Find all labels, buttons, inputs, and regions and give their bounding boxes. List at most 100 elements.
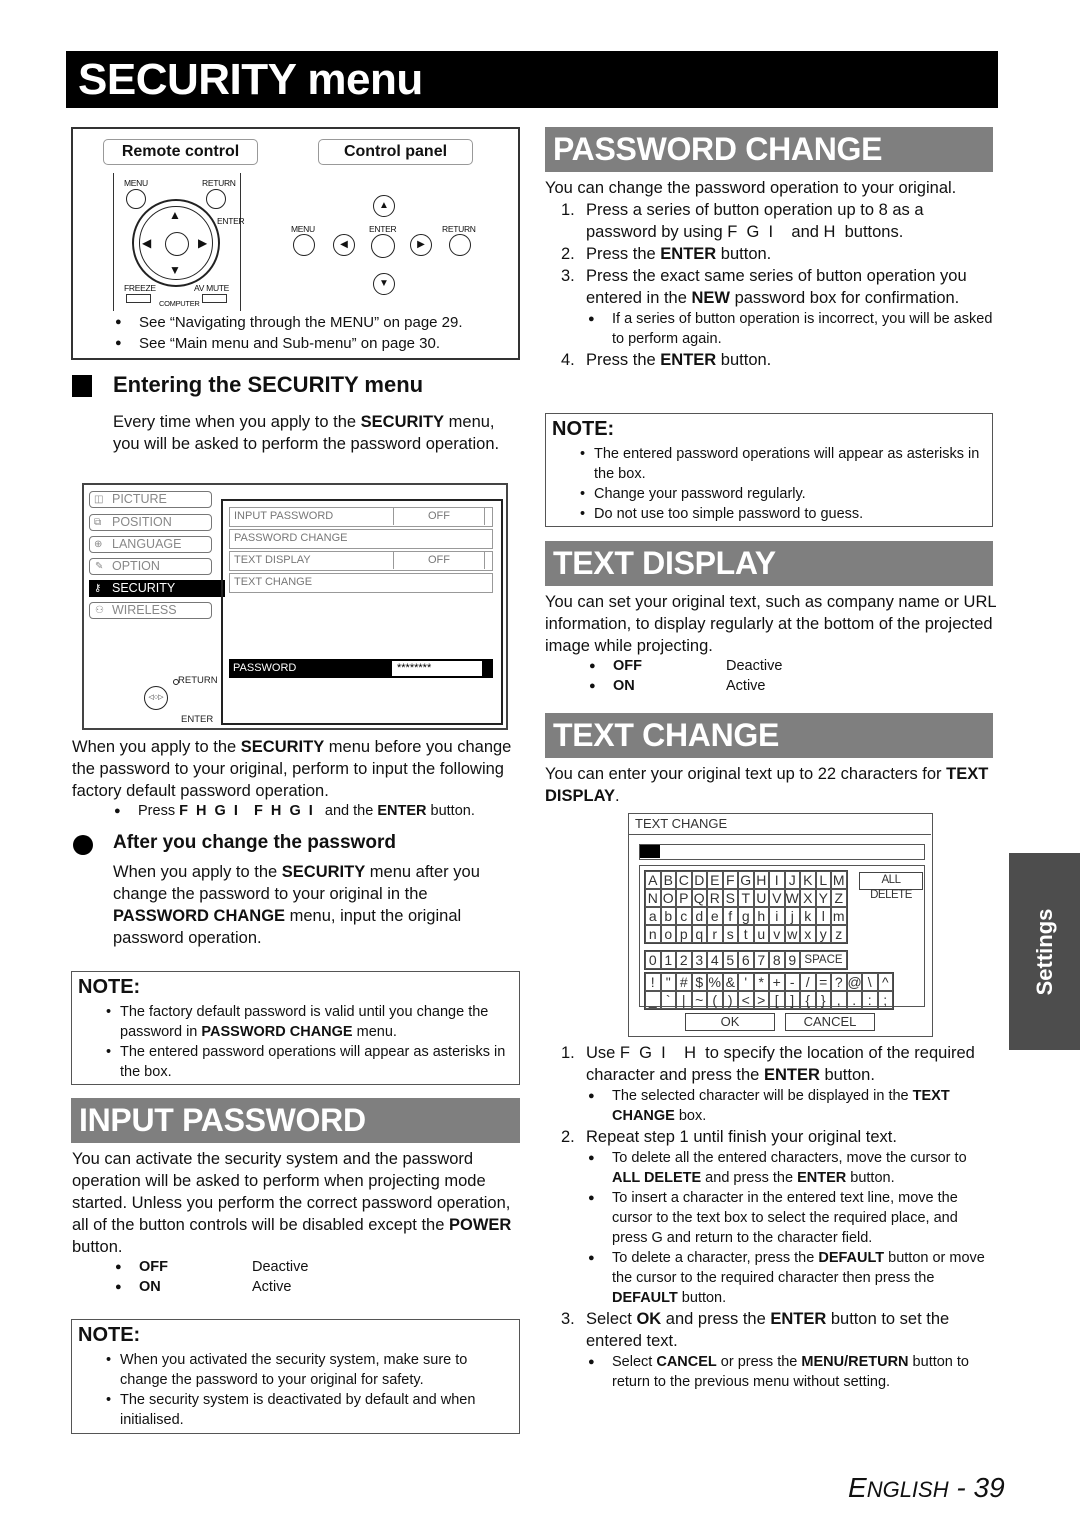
char-key[interactable]: N bbox=[645, 889, 661, 907]
char-key[interactable]: Y bbox=[815, 889, 831, 907]
osd-item-picture[interactable]: ◫ PICTURE bbox=[89, 491, 212, 508]
char-key[interactable]: _ bbox=[645, 991, 661, 1009]
panel-menu-button[interactable] bbox=[293, 234, 315, 256]
char-key[interactable]: B bbox=[660, 871, 676, 889]
osd-item-wireless[interactable]: ⚇ WIRELESS bbox=[89, 602, 212, 619]
up-arrow-icon[interactable]: ▲ bbox=[169, 208, 181, 222]
char-key[interactable]: b bbox=[660, 907, 676, 925]
char-key[interactable]: 3 bbox=[691, 951, 707, 969]
char-key[interactable]: M bbox=[831, 871, 847, 889]
char-key[interactable]: u bbox=[753, 925, 769, 943]
remote-avmute-button[interactable] bbox=[202, 294, 227, 303]
panel-right-button[interactable]: ▶ bbox=[410, 234, 432, 256]
char-key[interactable]: H bbox=[753, 871, 769, 889]
char-key[interactable]: f bbox=[722, 907, 738, 925]
char-key[interactable]: ] bbox=[784, 991, 800, 1009]
panel-left-button[interactable]: ◀ bbox=[333, 234, 355, 256]
char-key[interactable]: ? bbox=[831, 973, 847, 991]
char-key[interactable]: A bbox=[645, 871, 661, 889]
char-key[interactable]: { bbox=[800, 991, 816, 1009]
char-key[interactable]: t bbox=[738, 925, 754, 943]
char-key[interactable]: ) bbox=[722, 991, 738, 1009]
char-key[interactable]: 1 bbox=[660, 951, 676, 969]
char-key[interactable]: w bbox=[784, 925, 800, 943]
char-key[interactable]: m bbox=[831, 907, 847, 925]
all-delete-button[interactable]: ALL DELETE bbox=[859, 872, 923, 901]
char-key[interactable]: R bbox=[707, 889, 723, 907]
char-key[interactable]: W bbox=[784, 889, 800, 907]
char-key[interactable]: 7 bbox=[753, 951, 769, 969]
char-key[interactable]: i bbox=[769, 907, 785, 925]
char-key[interactable]: r bbox=[707, 925, 723, 943]
remote-return-button[interactable] bbox=[206, 189, 226, 209]
char-key[interactable]: P bbox=[676, 889, 692, 907]
char-key[interactable]: ( bbox=[707, 991, 723, 1009]
char-key[interactable]: ~ bbox=[691, 991, 707, 1009]
osd-row-text-change[interactable]: TEXT CHANGE bbox=[229, 573, 493, 593]
char-key[interactable]: e bbox=[707, 907, 723, 925]
osd-item-position[interactable]: ⧉ POSITION bbox=[89, 514, 212, 531]
char-key[interactable]: , bbox=[831, 991, 847, 1009]
char-key[interactable]: c bbox=[676, 907, 692, 925]
char-key[interactable]: Z bbox=[831, 889, 847, 907]
char-key[interactable]: x bbox=[800, 925, 816, 943]
right-arrow-icon[interactable]: ▶ bbox=[198, 236, 207, 250]
char-key[interactable]: q bbox=[691, 925, 707, 943]
char-key[interactable]: G bbox=[738, 871, 754, 889]
char-key[interactable]: = bbox=[815, 973, 831, 991]
panel-up-button[interactable]: ▲ bbox=[373, 195, 395, 217]
char-key[interactable]: ! bbox=[645, 973, 661, 991]
char-key[interactable]: S bbox=[722, 889, 738, 907]
char-key[interactable]: 4 bbox=[707, 951, 723, 969]
char-key[interactable]: $ bbox=[691, 973, 707, 991]
panel-enter-button[interactable] bbox=[371, 234, 395, 258]
char-key[interactable]: F bbox=[722, 871, 738, 889]
char-key[interactable]: U bbox=[753, 889, 769, 907]
remote-menu-button[interactable] bbox=[126, 189, 146, 209]
char-key[interactable]: - bbox=[784, 973, 800, 991]
char-key[interactable]: z bbox=[831, 925, 847, 943]
char-key[interactable]: D bbox=[691, 871, 707, 889]
text-change-input[interactable] bbox=[639, 844, 925, 860]
ok-button[interactable]: OK bbox=[685, 1013, 775, 1031]
settings-side-tab[interactable]: Settings bbox=[1009, 853, 1080, 1050]
char-key[interactable]: ` bbox=[660, 991, 676, 1009]
char-key[interactable]: v bbox=[769, 925, 785, 943]
char-key[interactable]: I bbox=[769, 871, 785, 889]
char-key[interactable]: @ bbox=[846, 973, 862, 991]
char-key[interactable]: * bbox=[753, 973, 769, 991]
char-key[interactable]: y bbox=[815, 925, 831, 943]
char-key[interactable]: Q bbox=[691, 889, 707, 907]
char-key[interactable]: l bbox=[815, 907, 831, 925]
char-key[interactable]: o bbox=[660, 925, 676, 943]
char-key[interactable]: s bbox=[722, 925, 738, 943]
char-key[interactable]: 2 bbox=[676, 951, 692, 969]
char-key[interactable]: n bbox=[645, 925, 661, 943]
space-key[interactable]: SPACE bbox=[800, 951, 847, 969]
char-key[interactable]: 9 bbox=[784, 951, 800, 969]
remote-enter-button[interactable] bbox=[165, 232, 189, 256]
char-key[interactable]: < bbox=[738, 991, 754, 1009]
char-key[interactable]: / bbox=[800, 973, 816, 991]
char-key[interactable]: 6 bbox=[738, 951, 754, 969]
char-key[interactable]: 8 bbox=[769, 951, 785, 969]
char-key[interactable]: | bbox=[676, 991, 692, 1009]
char-key[interactable]: ^ bbox=[877, 973, 893, 991]
char-key[interactable]: g bbox=[738, 907, 754, 925]
osd-row-input-password[interactable]: INPUT PASSWORD OFF bbox=[229, 507, 493, 527]
char-key[interactable]: L bbox=[815, 871, 831, 889]
char-key[interactable]: & bbox=[722, 973, 738, 991]
char-key[interactable]: E bbox=[707, 871, 723, 889]
cancel-button[interactable]: CANCEL bbox=[785, 1013, 875, 1031]
char-key[interactable]: . bbox=[846, 991, 862, 1009]
osd-item-security[interactable]: ⚷ SECURITY bbox=[89, 580, 225, 597]
char-key[interactable]: C bbox=[676, 871, 692, 889]
char-key[interactable]: 0 bbox=[645, 951, 661, 969]
remote-dpad[interactable]: ▲ ▼ ◀ ▶ bbox=[132, 199, 220, 287]
char-key[interactable]: \ bbox=[862, 973, 878, 991]
char-key[interactable]: + bbox=[769, 973, 785, 991]
char-key[interactable]: : bbox=[862, 991, 878, 1009]
char-key[interactable]: % bbox=[707, 973, 723, 991]
panel-return-button[interactable] bbox=[449, 234, 471, 256]
char-key[interactable]: [ bbox=[769, 991, 785, 1009]
